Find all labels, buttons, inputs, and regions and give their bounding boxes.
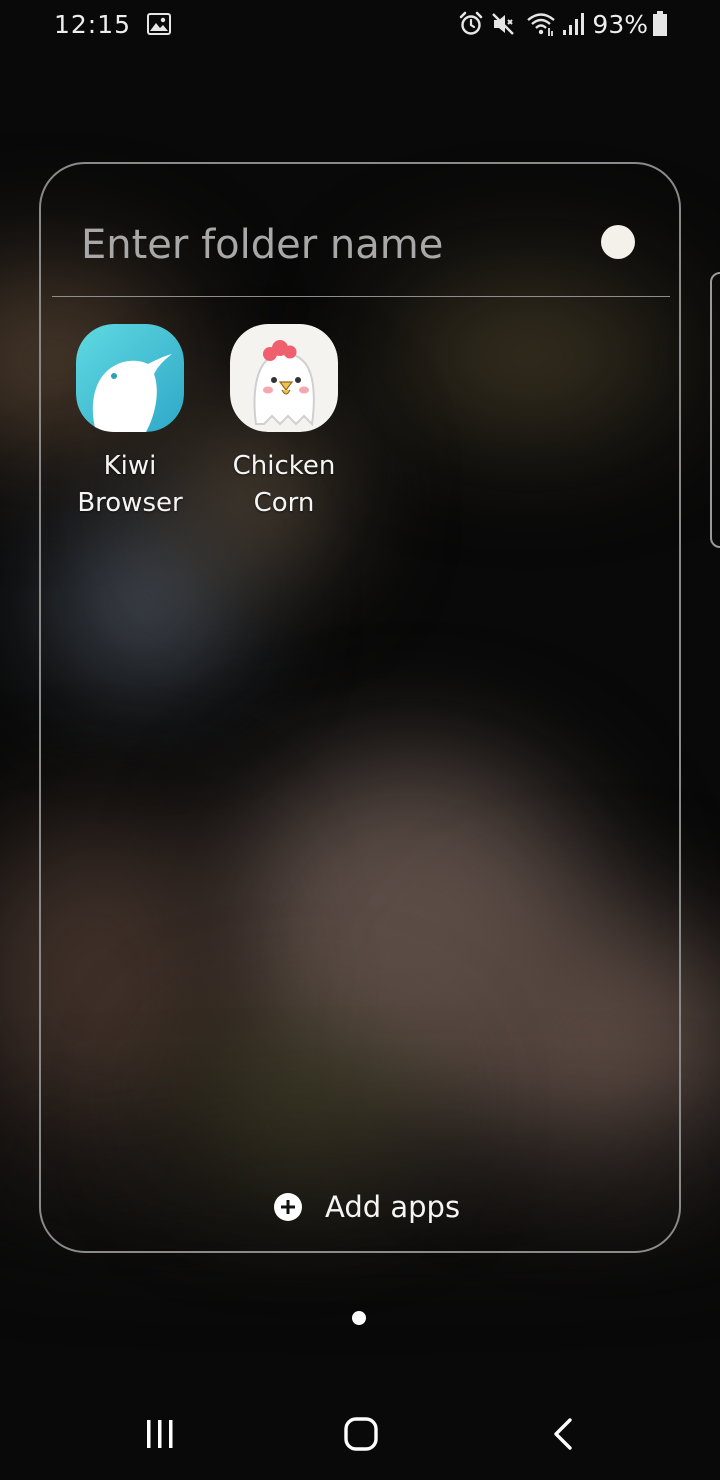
app-chicken-corn[interactable]: Chicken Corn bbox=[214, 324, 354, 522]
battery-icon bbox=[652, 11, 668, 37]
add-apps-label: Add apps bbox=[325, 1190, 461, 1224]
home-icon bbox=[343, 1416, 379, 1452]
page-indicator bbox=[352, 1311, 366, 1325]
folder-color-button[interactable] bbox=[601, 225, 635, 259]
home-button[interactable] bbox=[331, 1410, 391, 1458]
wifi-icon bbox=[526, 11, 556, 37]
app-label-line1: Chicken bbox=[232, 451, 336, 481]
navigation-bar bbox=[0, 1380, 720, 1480]
back-button[interactable] bbox=[533, 1410, 593, 1458]
alarm-icon bbox=[458, 11, 484, 37]
app-label-line1: Kiwi bbox=[103, 451, 157, 481]
app-label: Chicken Corn bbox=[204, 448, 364, 522]
app-label-line2: Corn bbox=[253, 488, 315, 518]
folder-panel: Kiwi Browser Chicken Corn bbox=[39, 162, 681, 1253]
app-label: Kiwi Browser bbox=[50, 448, 210, 522]
back-icon bbox=[551, 1417, 575, 1451]
recent-apps-button[interactable] bbox=[130, 1410, 190, 1458]
signal-icon bbox=[562, 12, 585, 36]
app-label-line2: Browser bbox=[77, 488, 183, 518]
app-kiwi-browser[interactable]: Kiwi Browser bbox=[60, 324, 200, 522]
status-bar: 12:15 93% bbox=[0, 0, 720, 48]
status-time: 12:15 bbox=[54, 9, 132, 39]
folder-divider bbox=[52, 296, 670, 297]
recent-apps-icon bbox=[145, 1418, 175, 1450]
edge-panel-handle[interactable] bbox=[710, 272, 720, 548]
folder-name-input[interactable] bbox=[81, 216, 581, 274]
image-notification-icon bbox=[147, 13, 172, 35]
kiwi-browser-icon bbox=[76, 324, 184, 432]
plus-circle-icon bbox=[273, 1192, 303, 1222]
battery-percent: 93% bbox=[592, 9, 648, 39]
add-apps-button[interactable]: Add apps bbox=[273, 1190, 460, 1224]
chicken-corn-icon bbox=[230, 324, 338, 432]
mute-icon bbox=[490, 11, 516, 37]
